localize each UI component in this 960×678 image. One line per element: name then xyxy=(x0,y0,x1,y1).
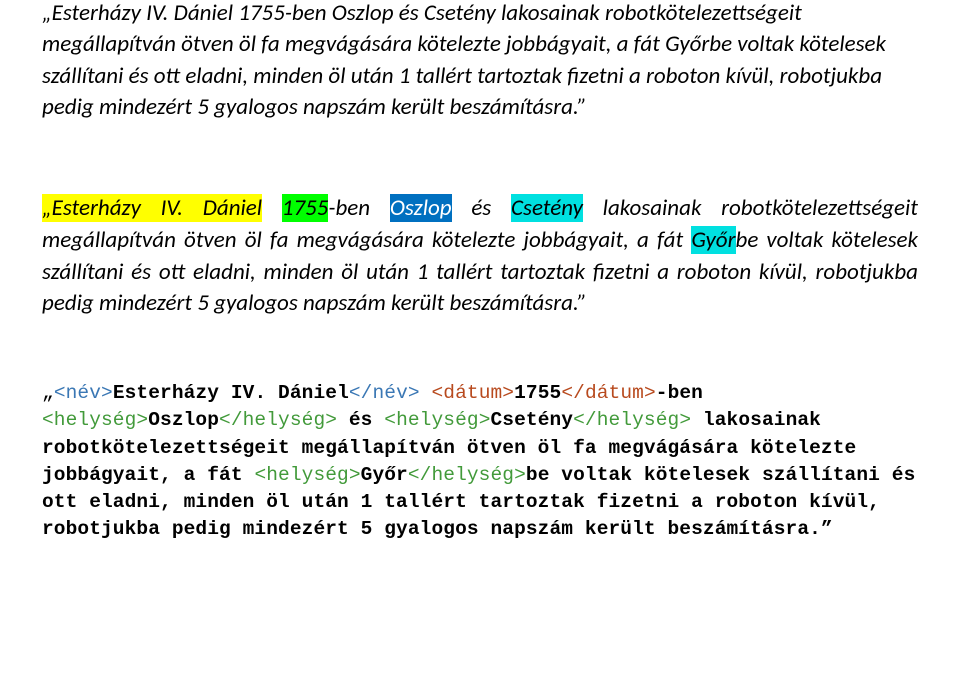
paragraph-highlighted: „Esterházy IV. Dániel 1755-ben Oszlop és… xyxy=(42,193,918,320)
tagged-date-text: 1755 xyxy=(514,382,561,404)
tag-datum-close: </dátum> xyxy=(561,382,655,404)
text-ben: -ben xyxy=(328,194,389,222)
paragraph-plain-text: „Esterházy IV. Dániel 1755-ben Oszlop és… xyxy=(42,0,886,121)
tag-hely-close-1: </helység> xyxy=(219,409,337,431)
text-join xyxy=(262,194,282,222)
quote-open: „ xyxy=(42,382,54,404)
tag-hely-close-3: </helység> xyxy=(408,464,526,486)
paragraph-tagged: „<név>Esterházy IV. Dániel</név> <dátum>… xyxy=(42,380,918,544)
highlight-place-gyor: Győr xyxy=(691,226,735,254)
text-es: és xyxy=(452,194,511,222)
tagged-place-oszlop: Oszlop xyxy=(148,409,219,431)
tag-hely-open-1: <helység> xyxy=(42,409,148,431)
space xyxy=(420,382,432,404)
highlight-place-oszlop: Oszlop xyxy=(390,194,452,222)
highlight-name: „Esterházy IV. xyxy=(42,194,203,222)
tagged-place-gyor: Győr xyxy=(361,464,408,486)
paragraph-plain: „Esterházy IV. Dániel 1755-ben Oszlop és… xyxy=(42,0,918,123)
tag-nev-open: <név> xyxy=(54,382,113,404)
tagged-place-cseteny: Csetény xyxy=(491,409,574,431)
text-es-tagged: és xyxy=(337,409,384,431)
tagged-name-text: Esterházy IV. Dániel xyxy=(113,382,349,404)
highlight-name-part2: Dániel xyxy=(203,194,262,222)
tag-hely-open-2: <helység> xyxy=(384,409,490,431)
text-ben-tagged: -ben xyxy=(656,382,703,404)
tag-nev-close: </név> xyxy=(349,382,420,404)
highlight-place-cseteny: Csetény xyxy=(511,194,583,222)
tag-hely-open-3: <helység> xyxy=(254,464,360,486)
highlight-date: 1755 xyxy=(282,194,329,222)
tag-hely-close-2: </helység> xyxy=(573,409,691,431)
tag-datum-open: <dátum> xyxy=(432,382,515,404)
document-page: „Esterházy IV. Dániel 1755-ben Oszlop és… xyxy=(0,0,960,544)
